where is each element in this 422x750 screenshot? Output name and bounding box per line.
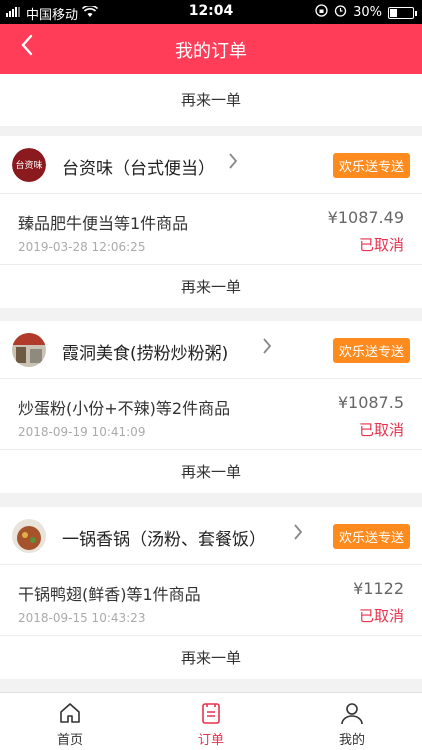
chevron-right-icon [262,336,272,360]
shop-name: 霞洞美食(捞粉炒粉粥) [62,344,229,364]
shop-row[interactable]: 霞洞美食(捞粉炒粉粥) 欢乐送专送 [0,321,422,379]
order-card: 台资味 台资味（台式便当） 欢乐送专送 臻品肥牛便当等1件商品 2019-03-… [0,136,422,308]
tab-orders[interactable]: 订单 [141,693,281,750]
delivery-tag: 欢乐送专送 [332,338,410,363]
reorder-button[interactable]: 再来一单 [0,264,422,308]
chevron-right-icon [293,522,303,546]
shop-name: 一锅香锅（汤粉、套餐饭） [62,530,266,550]
tab-label: 首页 [56,733,83,748]
reorder-button[interactable]: 再来一单 [0,74,422,126]
tab-bar: 首页 订单 我的 [0,692,422,750]
tab-profile[interactable]: 我的 [282,693,422,750]
user-icon [340,701,364,725]
order-time: 2019-03-28 12:06:25 [18,240,146,254]
order-items: 炒蛋粉(小份+不辣)等2件商品 [18,399,231,418]
order-price: ¥1087.5 [337,393,404,412]
delivery-tag: 欢乐送专送 [332,524,410,549]
shop-row[interactable]: 一锅香锅（汤粉、套餐饭） 欢乐送专送 [0,507,422,565]
nav-bar: 我的订单 [0,24,422,74]
status-right: 30% [315,4,417,21]
order-status: 已取消 [358,607,404,625]
shop-name: 台资味（台式便当） [62,159,215,179]
order-price: ¥1087.49 [327,208,404,227]
order-items: 干锅鸭翅(鲜香)等1件商品 [18,585,201,604]
order-icon [199,701,223,725]
battery-icon [388,6,417,19]
tab-label: 订单 [197,733,224,748]
order-card: 一锅香锅（汤粉、套餐饭） 欢乐送专送 干锅鸭翅(鲜香)等1件商品 2018-09… [0,507,422,679]
order-status: 已取消 [358,421,404,439]
alarm-icon [334,4,347,21]
order-time: 2018-09-15 10:43:23 [18,611,146,625]
order-price: ¥1122 [353,579,404,598]
order-card: 霞洞美食(捞粉炒粉粥) 欢乐送专送 炒蛋粉(小份+不辣)等2件商品 2018-0… [0,321,422,493]
rotation-lock-icon [315,4,328,21]
order-time: 2018-09-19 10:41:09 [18,425,146,439]
tab-label: 我的 [338,733,365,748]
order-items: 臻品肥牛便当等1件商品 [18,214,189,233]
shop-row[interactable]: 台资味 台资味（台式便当） 欢乐送专送 [0,136,422,194]
order-status: 已取消 [358,236,404,254]
shop-logo [12,519,46,553]
status-bar: 中国移动 12:04 30% [0,0,422,24]
battery-percent: 30% [353,5,382,20]
delivery-tag: 欢乐送专送 [332,153,410,178]
shop-logo-text: 台资味 [15,159,42,171]
chevron-right-icon [228,151,238,175]
page-title: 我的订单 [175,41,247,62]
reorder-button[interactable]: 再来一单 [0,449,422,493]
shop-logo [12,333,46,367]
home-icon [58,701,82,725]
tab-home[interactable]: 首页 [0,693,140,750]
reorder-button[interactable]: 再来一单 [0,635,422,679]
shop-logo: 台资味 [12,148,46,182]
